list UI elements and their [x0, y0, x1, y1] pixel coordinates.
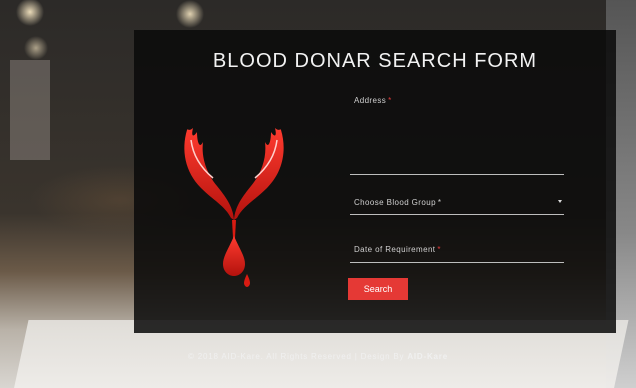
blood-group-select[interactable]: Choose Blood Group *: [350, 194, 564, 215]
footer: © 2018 AID-Kare. All Rights Reserved | D…: [0, 352, 636, 361]
footer-brand-link[interactable]: AID-Kare: [407, 352, 448, 361]
page: BLOOD DONAR SEARCH FORM Address * Choose …: [0, 0, 636, 388]
address-field[interactable]: Address *: [350, 94, 564, 175]
required-mark: *: [437, 198, 442, 207]
chevron-down-icon[interactable]: [558, 200, 562, 203]
required-mark: *: [437, 245, 441, 254]
blood-group-label: Choose Blood Group *: [354, 198, 442, 207]
blood-drop-small: [244, 274, 250, 287]
search-button[interactable]: Search: [348, 278, 408, 300]
search-form-panel: BLOOD DONAR SEARCH FORM Address * Choose …: [134, 30, 616, 333]
date-of-requirement-field[interactable]: Date of Requirement *: [350, 240, 564, 263]
hands-blood-drop-logo: [184, 128, 284, 287]
date-label: Date of Requirement *: [354, 245, 441, 254]
address-label: Address *: [354, 96, 392, 105]
form-title: BLOOD DONAR SEARCH FORM: [212, 50, 538, 72]
blood-drip: [232, 220, 236, 238]
blood-drop-large: [223, 236, 245, 276]
required-mark: *: [388, 96, 392, 105]
background-window: [10, 60, 50, 160]
footer-copyright: © 2018 AID-Kare. All Rights Reserved | D…: [188, 352, 405, 361]
